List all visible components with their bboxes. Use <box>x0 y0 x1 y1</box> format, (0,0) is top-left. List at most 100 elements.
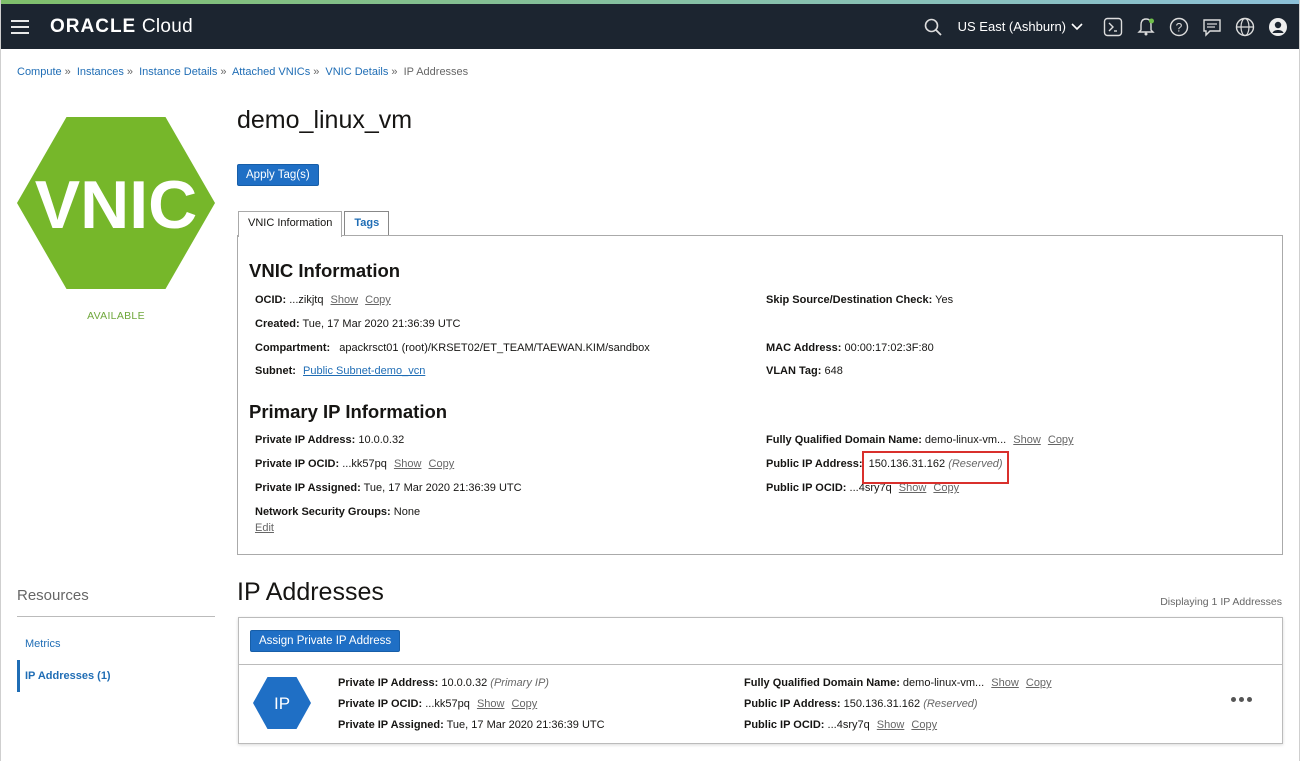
oracle-cloud-logo[interactable]: ORACLE Cloud <box>50 16 193 38</box>
mac-address-label: MAC Address: <box>766 342 842 354</box>
vnic-info-heading: VNIC Information <box>249 260 401 281</box>
private-ip-ocid-show-link[interactable]: Show <box>394 458 422 470</box>
primary-ip-heading: Primary IP Information <box>249 401 448 422</box>
ip-row-public-ip-reserved: (Reserved) <box>923 698 978 710</box>
ip-row-public-ocid: Public IP OCID: ...4sry7q Show Copy <box>744 719 937 731</box>
public-ip-label: Public IP Address: <box>766 458 863 470</box>
ip-row-fqdn: Fully Qualified Domain Name: demo-linux-… <box>744 677 1052 689</box>
breadcrumb-attached-vnics[interactable]: Attached VNICs <box>232 66 310 78</box>
ocid-copy-link[interactable]: Copy <box>365 294 391 306</box>
ip-row-public-ip-label: Public IP Address: <box>744 698 841 710</box>
nsg-row: Network Security Groups: None <box>255 506 420 518</box>
created-value: Tue, 17 Mar 2020 21:36:39 UTC <box>302 318 461 330</box>
feedback-chat-icon[interactable] <box>1201 16 1223 38</box>
resources-divider <box>17 616 215 617</box>
fqdn-show-link[interactable]: Show <box>1013 434 1041 446</box>
ip-row-private-ip-label: Private IP Address: <box>338 677 439 689</box>
nsg-edit-row: Edit <box>251 522 274 534</box>
notifications-bell-icon[interactable] <box>1135 16 1157 38</box>
private-ip-ocid-row: Private IP OCID: ...kk57pq Show Copy <box>255 458 454 470</box>
ip-row-private-ocid: Private IP OCID: ...kk57pq Show Copy <box>338 698 537 710</box>
private-ip-value: 10.0.0.32 <box>358 434 405 446</box>
svg-text:?: ? <box>1176 20 1183 34</box>
ip-row-assigned-value: Tue, 17 Mar 2020 21:36:39 UTC <box>446 719 605 731</box>
ocid-value: ...zikjtq <box>289 294 324 306</box>
breadcrumb-current: IP Addresses <box>403 66 469 78</box>
ip-row-private-ocid-show-link[interactable]: Show <box>477 698 505 710</box>
vlan-tag-value: 648 <box>824 365 843 377</box>
resource-active-indicator <box>17 660 20 692</box>
displaying-count: Displaying 1 IP Addresses <box>1160 596 1282 608</box>
private-ip-row: Private IP Address: 10.0.0.32 <box>255 434 404 446</box>
apply-tags-button[interactable]: Apply Tag(s) <box>237 164 319 186</box>
oci-console-page: ORACLE Cloud US East (Ashburn) ? Compute… <box>0 0 1300 761</box>
skip-check-label: Skip Source/Destination Check: <box>766 294 933 306</box>
ip-row-fqdn-show-link[interactable]: Show <box>991 677 1019 689</box>
ip-row-public-ocid-label: Public IP OCID: <box>744 719 825 731</box>
breadcrumb-vnic-details[interactable]: VNIC Details <box>325 66 388 78</box>
ip-row-fqdn-copy-link[interactable]: Copy <box>1026 677 1052 689</box>
ocid-row: OCID: ...zikjtq Show Copy <box>255 294 391 306</box>
fqdn-copy-link[interactable]: Copy <box>1048 434 1074 446</box>
private-ip-ocid-value: ...kk57pq <box>342 458 387 470</box>
private-ip-assigned-label: Private IP Assigned: <box>255 482 361 494</box>
vnic-badge-text: VNIC <box>35 167 197 243</box>
resources-heading: Resources <box>17 587 89 604</box>
assign-private-ip-button[interactable]: Assign Private IP Address <box>250 630 401 652</box>
breadcrumb-instance-details[interactable]: Instance Details <box>139 66 217 78</box>
ip-row-public-ocid-copy-link[interactable]: Copy <box>911 719 937 731</box>
ocid-show-link[interactable]: Show <box>331 294 359 306</box>
compartment-label: Compartment: <box>255 342 331 354</box>
breadcrumb-compute[interactable]: Compute <box>17 66 62 78</box>
subnet-label: Subnet: <box>255 365 296 377</box>
vlan-tag-row: VLAN Tag: 648 <box>766 365 843 377</box>
compartment-value: apackrsct01 (root)/KRSET02/ET_TEAM/TAEWA… <box>339 342 650 354</box>
ip-table-toolbar: Assign Private IP Address <box>239 618 1282 665</box>
ip-hexagon-icon: IP <box>253 677 311 729</box>
subnet-row: Subnet: Public Subnet-demo_vcn <box>255 365 425 377</box>
tab-bar: VNIC Information Tags <box>238 211 391 237</box>
breadcrumb-instances[interactable]: Instances <box>77 66 124 78</box>
resource-item-ip-addresses[interactable]: IP Addresses (1) <box>25 670 111 682</box>
fqdn-value: demo-linux-vm... <box>924 434 1007 446</box>
ip-addresses-heading: IP Addresses <box>237 578 384 606</box>
search-icon[interactable] <box>922 16 944 38</box>
menu-icon[interactable] <box>11 19 29 34</box>
cloud-shell-icon[interactable] <box>1102 16 1124 38</box>
region-selector[interactable]: US East (Ashburn) <box>958 19 1083 34</box>
ip-row-private-ip: Private IP Address: 10.0.0.32 (Primary I… <box>338 677 549 689</box>
tab-vnic-information[interactable]: VNIC Information <box>238 211 343 237</box>
ocid-label: OCID: <box>255 294 287 306</box>
ip-row-public-ocid-value: ...4sry7q <box>827 719 870 731</box>
private-ip-ocid-label: Private IP OCID: <box>255 458 340 470</box>
vlan-tag-label: VLAN Tag: <box>766 365 822 377</box>
ip-row-public-ip-value: 150.136.31.162 <box>843 698 921 710</box>
compartment-row: Compartment: apackrsct01 (root)/KRSET02/… <box>255 342 650 354</box>
row-actions-menu-icon[interactable] <box>1231 697 1255 702</box>
status-badge: AVAILABLE <box>87 310 145 322</box>
breadcrumb: Compute» Instances» Instance Details» At… <box>17 66 469 78</box>
private-ip-label: Private IP Address: <box>255 434 356 446</box>
mac-address-value: 00:00:17:02:3F:80 <box>844 342 934 354</box>
private-ip-ocid-copy-link[interactable]: Copy <box>429 458 455 470</box>
private-ip-assigned-value: Tue, 17 Mar 2020 21:36:39 UTC <box>363 482 522 494</box>
tab-tags[interactable]: Tags <box>344 211 390 236</box>
ip-row-primary-tag: (Primary IP) <box>490 677 549 689</box>
skip-check-row: Skip Source/Destination Check: Yes <box>766 294 953 306</box>
ip-row-public-ocid-show-link[interactable]: Show <box>877 719 905 731</box>
ip-row-fqdn-label: Fully Qualified Domain Name: <box>744 677 900 689</box>
ip-row-private-ocid-label: Private IP OCID: <box>338 698 423 710</box>
nsg-edit-link[interactable]: Edit <box>255 522 274 534</box>
help-icon[interactable]: ? <box>1168 16 1190 38</box>
user-profile-icon[interactable] <box>1267 16 1289 38</box>
ip-row-private-ocid-copy-link[interactable]: Copy <box>512 698 538 710</box>
subnet-link[interactable]: Public Subnet-demo_vcn <box>303 365 425 377</box>
ip-icon-text: IP <box>274 694 290 713</box>
created-label: Created: <box>255 318 300 330</box>
mac-address-row: MAC Address: 00:00:17:02:3F:80 <box>766 342 934 354</box>
fqdn-label: Fully Qualified Domain Name: <box>766 434 922 446</box>
public-ip-ocid-label: Public IP OCID: <box>766 482 847 494</box>
top-navigation-bar: ORACLE Cloud US East (Ashburn) ? <box>1 4 1299 49</box>
language-globe-icon[interactable] <box>1234 16 1256 38</box>
resource-item-metrics[interactable]: Metrics <box>25 638 60 650</box>
